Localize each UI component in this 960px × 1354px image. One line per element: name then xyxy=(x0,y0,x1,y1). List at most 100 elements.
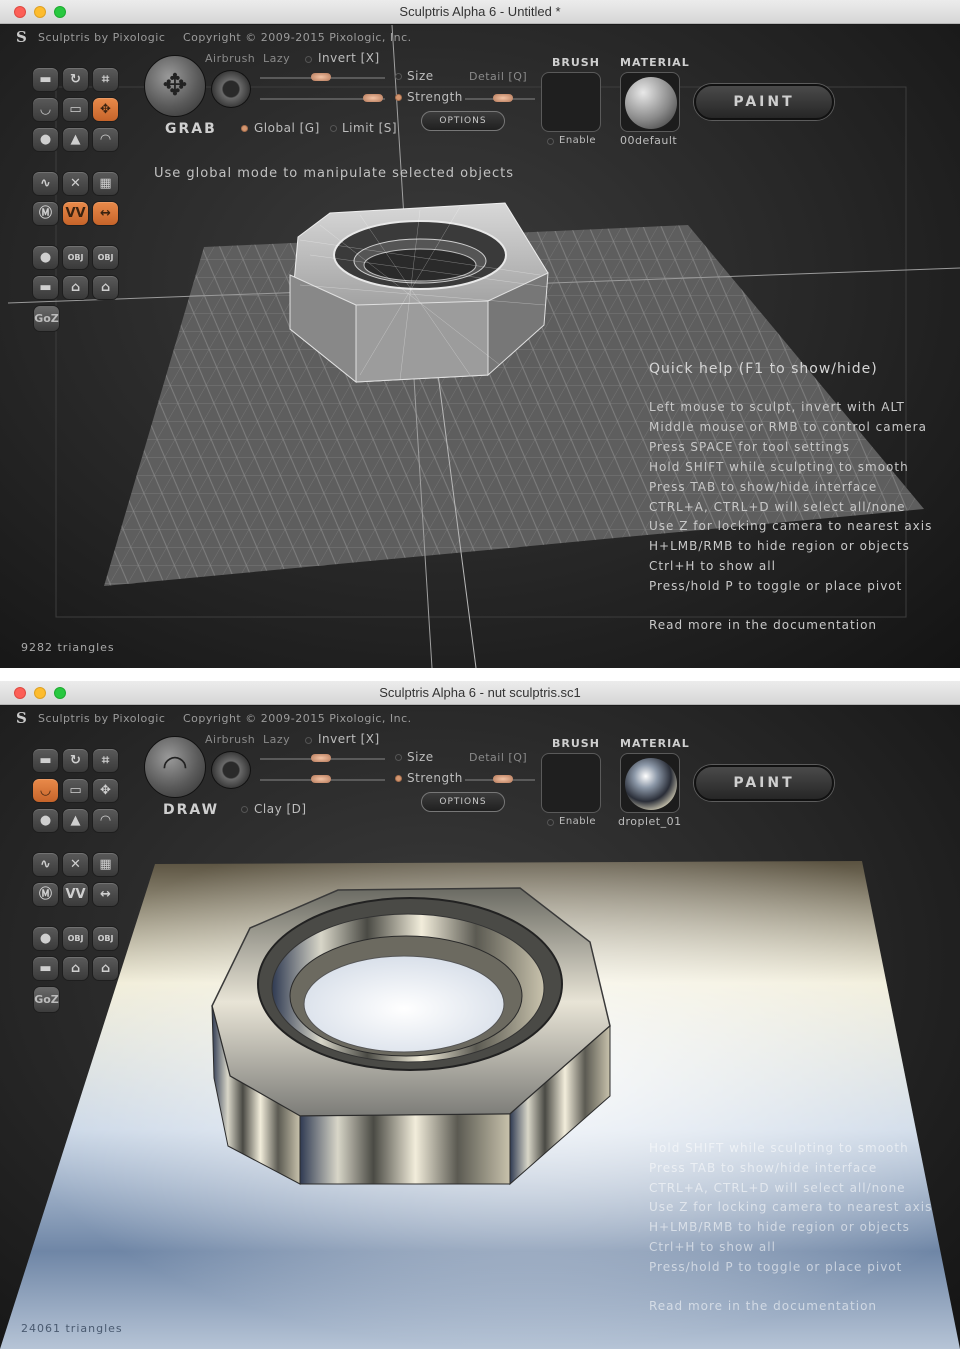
new-sphere-icon[interactable]: ● xyxy=(32,926,59,951)
size-slider-knob[interactable] xyxy=(311,73,331,81)
pinch-tool-icon[interactable]: ▲ xyxy=(62,808,89,833)
flatten-tool-icon[interactable]: ▭ xyxy=(62,778,89,803)
3d-viewport[interactable]: S Sculptris by Pixologic Copyright © 200… xyxy=(0,706,960,1349)
symmetry-toggle-icon[interactable]: VV xyxy=(62,882,89,907)
crease-tool-icon[interactable]: ◡ xyxy=(32,97,59,122)
wireframe-toggle-icon[interactable]: ▦ xyxy=(92,171,119,196)
documentation-link[interactable]: Read more in the documentation xyxy=(649,618,877,632)
airbrush-toggle[interactable]: Airbrush xyxy=(205,52,255,65)
limit-radio[interactable] xyxy=(330,125,337,132)
quick-help-line: Press TAB to show/hide interface xyxy=(649,480,878,494)
rotate-tool-icon[interactable]: ↻ xyxy=(62,67,89,92)
new-plane-icon[interactable]: ▬ xyxy=(32,275,59,300)
symmetry-axis-icon[interactable]: ↔ xyxy=(92,882,119,907)
lazy-toggle[interactable]: Lazy xyxy=(263,52,290,65)
export-obj-icon[interactable]: OBJ xyxy=(92,245,119,270)
open-file-icon[interactable]: ⌂ xyxy=(62,275,89,300)
strength-slider-knob[interactable] xyxy=(311,775,331,783)
global-radio[interactable] xyxy=(241,125,248,132)
copyright-text: Copyright © 2009-2015 Pixologic, Inc. xyxy=(183,31,412,44)
detail-slider-knob[interactable] xyxy=(493,775,513,783)
draw-tool-active-icon[interactable]: ◡ xyxy=(32,778,59,803)
save-file-icon[interactable]: ⌂ xyxy=(92,956,119,981)
goz-button[interactable]: GoZ xyxy=(33,305,60,332)
clay-radio[interactable] xyxy=(241,806,248,813)
size-slider-knob[interactable] xyxy=(311,754,331,762)
title-bar[interactable]: Sculptris Alpha 6 - Untitled * xyxy=(0,0,960,24)
brush-enable-radio[interactable] xyxy=(547,819,554,826)
brush-slot[interactable] xyxy=(541,72,601,132)
rotate-tool-icon[interactable]: ↻ xyxy=(62,748,89,773)
window-title: Sculptris Alpha 6 - Untitled * xyxy=(399,4,561,19)
open-file-icon[interactable]: ⌂ xyxy=(62,956,89,981)
documentation-link[interactable]: Read more in the documentation xyxy=(649,1299,877,1313)
detail-slider-knob[interactable] xyxy=(493,94,513,102)
smooth-tool-icon[interactable]: ◠ xyxy=(92,127,119,152)
invert-radio[interactable] xyxy=(305,737,312,744)
quick-help-line: Press/hold P to toggle or place pivot xyxy=(649,1260,903,1274)
grab-tool-icon[interactable]: ✥ xyxy=(92,97,119,122)
draw-tool-icon[interactable]: ▬ xyxy=(32,748,59,773)
quick-help-line: CTRL+A, CTRL+D will select all/none xyxy=(649,500,906,514)
options-button[interactable]: OPTIONS xyxy=(421,792,505,812)
goz-button[interactable]: GoZ xyxy=(33,986,60,1013)
strength-slider-knob[interactable] xyxy=(363,94,383,102)
quick-help-line: H+LMB/RMB to hide region or objects xyxy=(649,1220,910,1234)
grab-tool-large-icon: ✥ xyxy=(144,55,206,117)
wireframe-toggle-icon[interactable]: ▦ xyxy=(92,852,119,877)
inflate-tool-icon[interactable]: ● xyxy=(32,808,59,833)
size-radio[interactable] xyxy=(395,754,402,761)
reduce-brush-icon[interactable]: ∿ xyxy=(32,171,59,196)
clay-label: Clay [D] xyxy=(254,802,307,816)
invert-label: Invert [X] xyxy=(318,51,380,65)
flatten-tool-icon[interactable]: ▭ xyxy=(62,97,89,122)
lazy-toggle[interactable]: Lazy xyxy=(263,733,290,746)
save-file-icon[interactable]: ⌂ xyxy=(92,275,119,300)
quick-help-line: Ctrl+H to show all xyxy=(649,559,776,573)
options-button[interactable]: OPTIONS xyxy=(421,111,505,131)
brush-falloff-button[interactable] xyxy=(211,70,251,108)
grab-tool-icon[interactable]: ✥ xyxy=(92,778,119,803)
3d-viewport[interactable]: S Sculptris by Pixologic Copyright © 200… xyxy=(0,25,960,668)
airbrush-toggle[interactable]: Airbrush xyxy=(205,733,255,746)
import-obj-icon[interactable]: OBJ xyxy=(62,245,89,270)
new-plane-icon[interactable]: ▬ xyxy=(32,956,59,981)
scale-tool-icon[interactable]: ⌗ xyxy=(92,748,119,773)
brush-falloff-button[interactable] xyxy=(211,751,251,789)
strength-radio[interactable] xyxy=(395,775,402,782)
brush-slot[interactable] xyxy=(541,753,601,813)
material-slot[interactable] xyxy=(620,72,680,132)
draw-tool-icon[interactable]: ▬ xyxy=(32,67,59,92)
draw-tool-large-icon: ◠ xyxy=(144,736,206,798)
pinch-tool-icon[interactable]: ▲ xyxy=(62,127,89,152)
symmetry-axis-icon[interactable]: ↔ xyxy=(92,201,119,226)
paint-button[interactable]: PAINT xyxy=(694,84,834,120)
strength-radio[interactable] xyxy=(395,94,402,101)
material-slot[interactable] xyxy=(620,753,680,813)
export-obj-icon[interactable]: OBJ xyxy=(92,926,119,951)
smooth-tool-icon[interactable]: ◠ xyxy=(92,808,119,833)
scale-tool-icon[interactable]: ⌗ xyxy=(92,67,119,92)
size-radio[interactable] xyxy=(395,73,402,80)
mask-tool-icon[interactable]: ✕ xyxy=(62,171,89,196)
invert-radio[interactable] xyxy=(305,56,312,63)
size-label: Size xyxy=(407,69,434,83)
reduce-brush-icon[interactable]: ∿ xyxy=(32,852,59,877)
quick-help-line: Middle mouse or RMB to control camera xyxy=(649,420,927,434)
title-bar[interactable]: Sculptris Alpha 6 - nut sculptris.sc1 xyxy=(0,681,960,705)
material-heading: MATERIAL xyxy=(620,737,690,750)
quick-help-line: Press TAB to show/hide interface xyxy=(649,1161,878,1175)
symmetry-toggle-icon[interactable]: VV xyxy=(62,201,89,226)
inflate-tool-icon[interactable]: ● xyxy=(32,127,59,152)
import-obj-icon[interactable]: OBJ xyxy=(62,926,89,951)
mask-tool-icon[interactable]: ✕ xyxy=(62,852,89,877)
detail-label: Detail [Q] xyxy=(469,70,528,83)
app-label: Sculptris by Pixologic xyxy=(38,31,166,44)
brush-enable-radio[interactable] xyxy=(547,138,554,145)
new-sphere-icon[interactable]: ● xyxy=(32,245,59,270)
mirror-toggle-icon[interactable]: Ⓜ xyxy=(32,882,59,907)
tool-hint: Use global mode to manipulate selected o… xyxy=(154,166,514,181)
triangle-count: 24061 triangles xyxy=(21,1322,123,1335)
mirror-toggle-icon[interactable]: Ⓜ xyxy=(32,201,59,226)
paint-button[interactable]: PAINT xyxy=(694,765,834,801)
